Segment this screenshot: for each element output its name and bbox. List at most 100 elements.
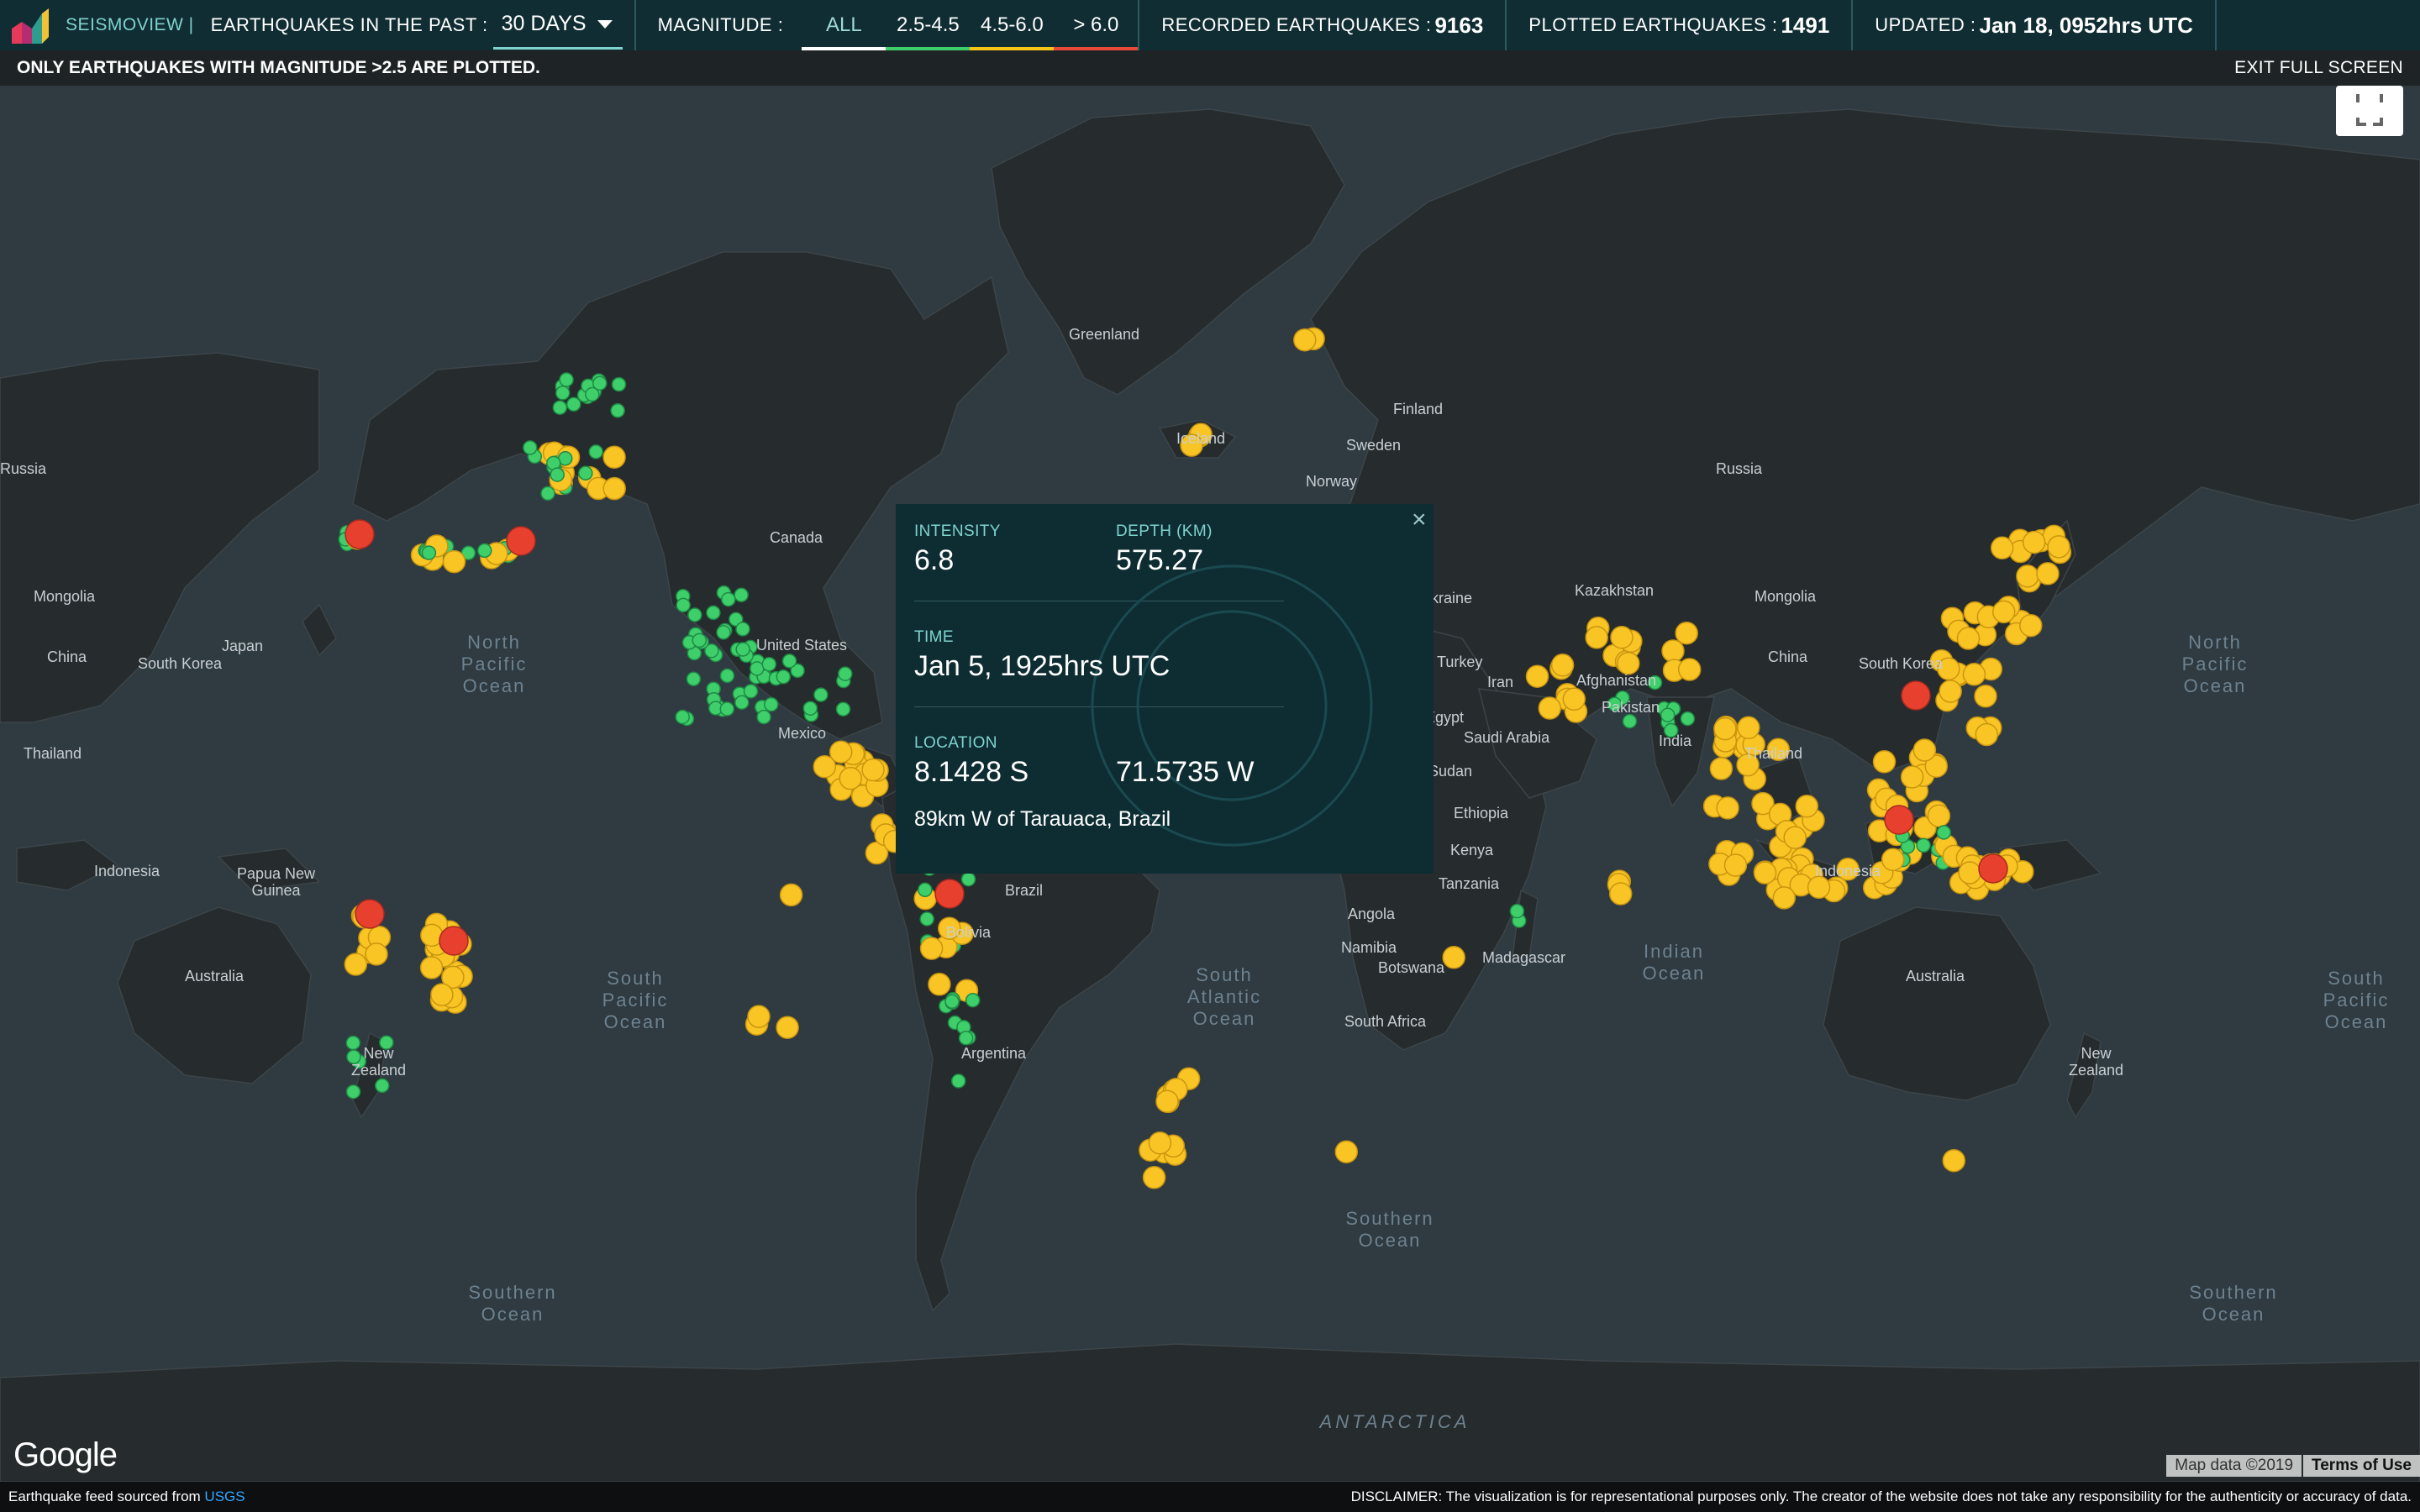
earthquake-marker[interactable] [1991,600,2016,624]
earthquake-marker[interactable] [735,642,750,657]
earthquake-marker[interactable] [611,376,627,392]
earthquake-marker[interactable] [1142,1166,1166,1189]
earthquake-marker[interactable] [476,543,492,559]
earthquake-marker[interactable] [687,607,702,622]
earthquake-marker[interactable] [1912,738,1937,762]
earthquake-marker[interactable] [588,444,603,459]
earthquake-marker[interactable] [1716,796,1739,820]
major-earthquake-marker[interactable] [355,899,385,929]
earthquake-marker[interactable] [1608,882,1633,906]
earthquake-marker[interactable] [918,882,933,898]
earthquake-marker[interactable] [719,701,735,717]
major-earthquake-marker[interactable] [506,526,536,556]
terms-of-use-link[interactable]: Terms of Use [2303,1455,2420,1477]
fullscreen-button[interactable] [2336,86,2403,136]
earthquake-marker[interactable] [944,994,960,1009]
magnitude-mid-button[interactable]: 4.5-6.0 [970,0,1055,50]
earthquake-marker[interactable] [1783,826,1807,849]
earthquake-marker[interactable] [839,766,862,790]
earthquake-marker[interactable] [1939,680,1962,703]
earthquake-marker[interactable] [419,956,444,979]
earthquake-marker[interactable] [1442,946,1465,969]
earthquake-marker[interactable] [430,983,454,1006]
magnitude-all-button[interactable]: ALL [802,0,886,50]
earthquake-marker[interactable] [1709,757,1733,780]
earthquake-marker[interactable] [1713,717,1737,741]
usgs-link[interactable]: USGS [204,1488,245,1504]
earthquake-marker[interactable] [1675,621,1698,645]
exit-fullscreen-button[interactable]: EXIT FULL SCREEN [2234,58,2403,78]
earthquake-marker[interactable] [835,701,851,717]
earthquake-marker[interactable] [1881,848,1905,872]
earthquake-marker[interactable] [1962,663,1986,686]
earthquake-marker[interactable] [1660,707,1676,722]
earthquake-marker[interactable] [1942,1148,1966,1173]
earthquake-marker[interactable] [958,1031,974,1046]
earthquake-marker[interactable] [1737,716,1760,740]
earthquake-marker[interactable] [559,372,574,387]
earthquake-marker[interactable] [1956,627,1981,650]
earthquake-marker[interactable] [761,656,777,672]
earthquake-marker[interactable] [602,476,626,501]
earthquake-marker[interactable] [1677,658,1702,681]
magnitude-low-button[interactable]: 2.5-4.5 [886,0,971,50]
earthquake-marker[interactable] [1772,886,1797,910]
major-earthquake-marker[interactable] [439,926,469,956]
earthquake-marker[interactable] [965,992,981,1008]
earthquake-marker[interactable] [2019,613,2043,638]
earthquake-marker[interactable] [552,400,568,415]
major-earthquake-marker[interactable] [934,879,965,909]
earthquake-marker[interactable] [1550,654,1575,677]
earthquake-marker[interactable] [1148,1131,1172,1155]
earthquake-marker[interactable] [719,668,735,684]
earthquake-marker[interactable] [686,671,702,687]
earthquake-marker[interactable] [813,754,837,779]
earthquake-marker[interactable] [1585,626,1608,649]
earthquake-marker[interactable] [1723,853,1748,877]
earthquake-marker[interactable] [838,666,853,681]
earthquake-marker[interactable] [734,587,749,603]
earthquake-marker[interactable] [2022,530,2046,554]
earthquake-marker[interactable] [365,942,388,966]
earthquake-marker[interactable] [1680,711,1696,727]
earthquake-marker[interactable] [610,403,625,418]
earthquake-marker[interactable] [706,605,721,621]
earthquake-marker[interactable] [1958,861,1981,885]
earthquake-marker[interactable] [602,445,626,470]
earthquake-marker[interactable] [550,467,565,482]
earthquake-marker[interactable] [779,883,803,907]
earthquake-marker[interactable] [692,633,708,648]
earthquake-marker[interactable] [1617,651,1640,675]
earthquake-marker[interactable] [585,386,600,402]
earthquake-marker[interactable] [2016,564,2039,588]
earthquake-marker[interactable] [2036,562,2060,585]
earthquake-marker[interactable] [743,684,759,699]
earthquake-marker[interactable] [781,654,797,669]
earthquake-marker[interactable] [1509,903,1525,919]
earthquake-marker[interactable] [1990,536,2014,560]
earthquake-marker[interactable] [1334,1140,1359,1163]
earthquake-marker[interactable] [1622,713,1638,729]
period-dropdown[interactable]: 30 DAYS [492,1,623,50]
major-earthquake-marker[interactable] [1884,805,1914,835]
earthquake-marker[interactable] [345,1084,361,1100]
earthquake-marker[interactable] [1661,639,1685,663]
earthquake-marker[interactable] [1610,625,1634,649]
major-earthquake-marker[interactable] [1978,853,2008,884]
earthquake-marker[interactable] [1974,685,1997,708]
earthquake-marker[interactable] [776,669,792,685]
earthquake-marker[interactable] [2047,535,2070,559]
earthquake-marker[interactable] [421,545,437,560]
earthquake-marker[interactable] [578,465,593,481]
earthquake-marker[interactable] [716,625,731,640]
earthquake-marker[interactable] [735,622,750,637]
earthquake-marker[interactable] [1795,794,1819,818]
earthquake-marker[interactable] [756,709,771,725]
earthquake-marker[interactable] [344,953,368,976]
earthquake-marker[interactable] [950,1074,966,1089]
earthquake-marker[interactable] [734,695,750,710]
major-earthquake-marker[interactable] [345,519,375,549]
earthquake-marker[interactable] [813,687,829,702]
major-earthquake-marker[interactable] [1901,680,1931,711]
earthquake-marker[interactable] [960,871,976,887]
